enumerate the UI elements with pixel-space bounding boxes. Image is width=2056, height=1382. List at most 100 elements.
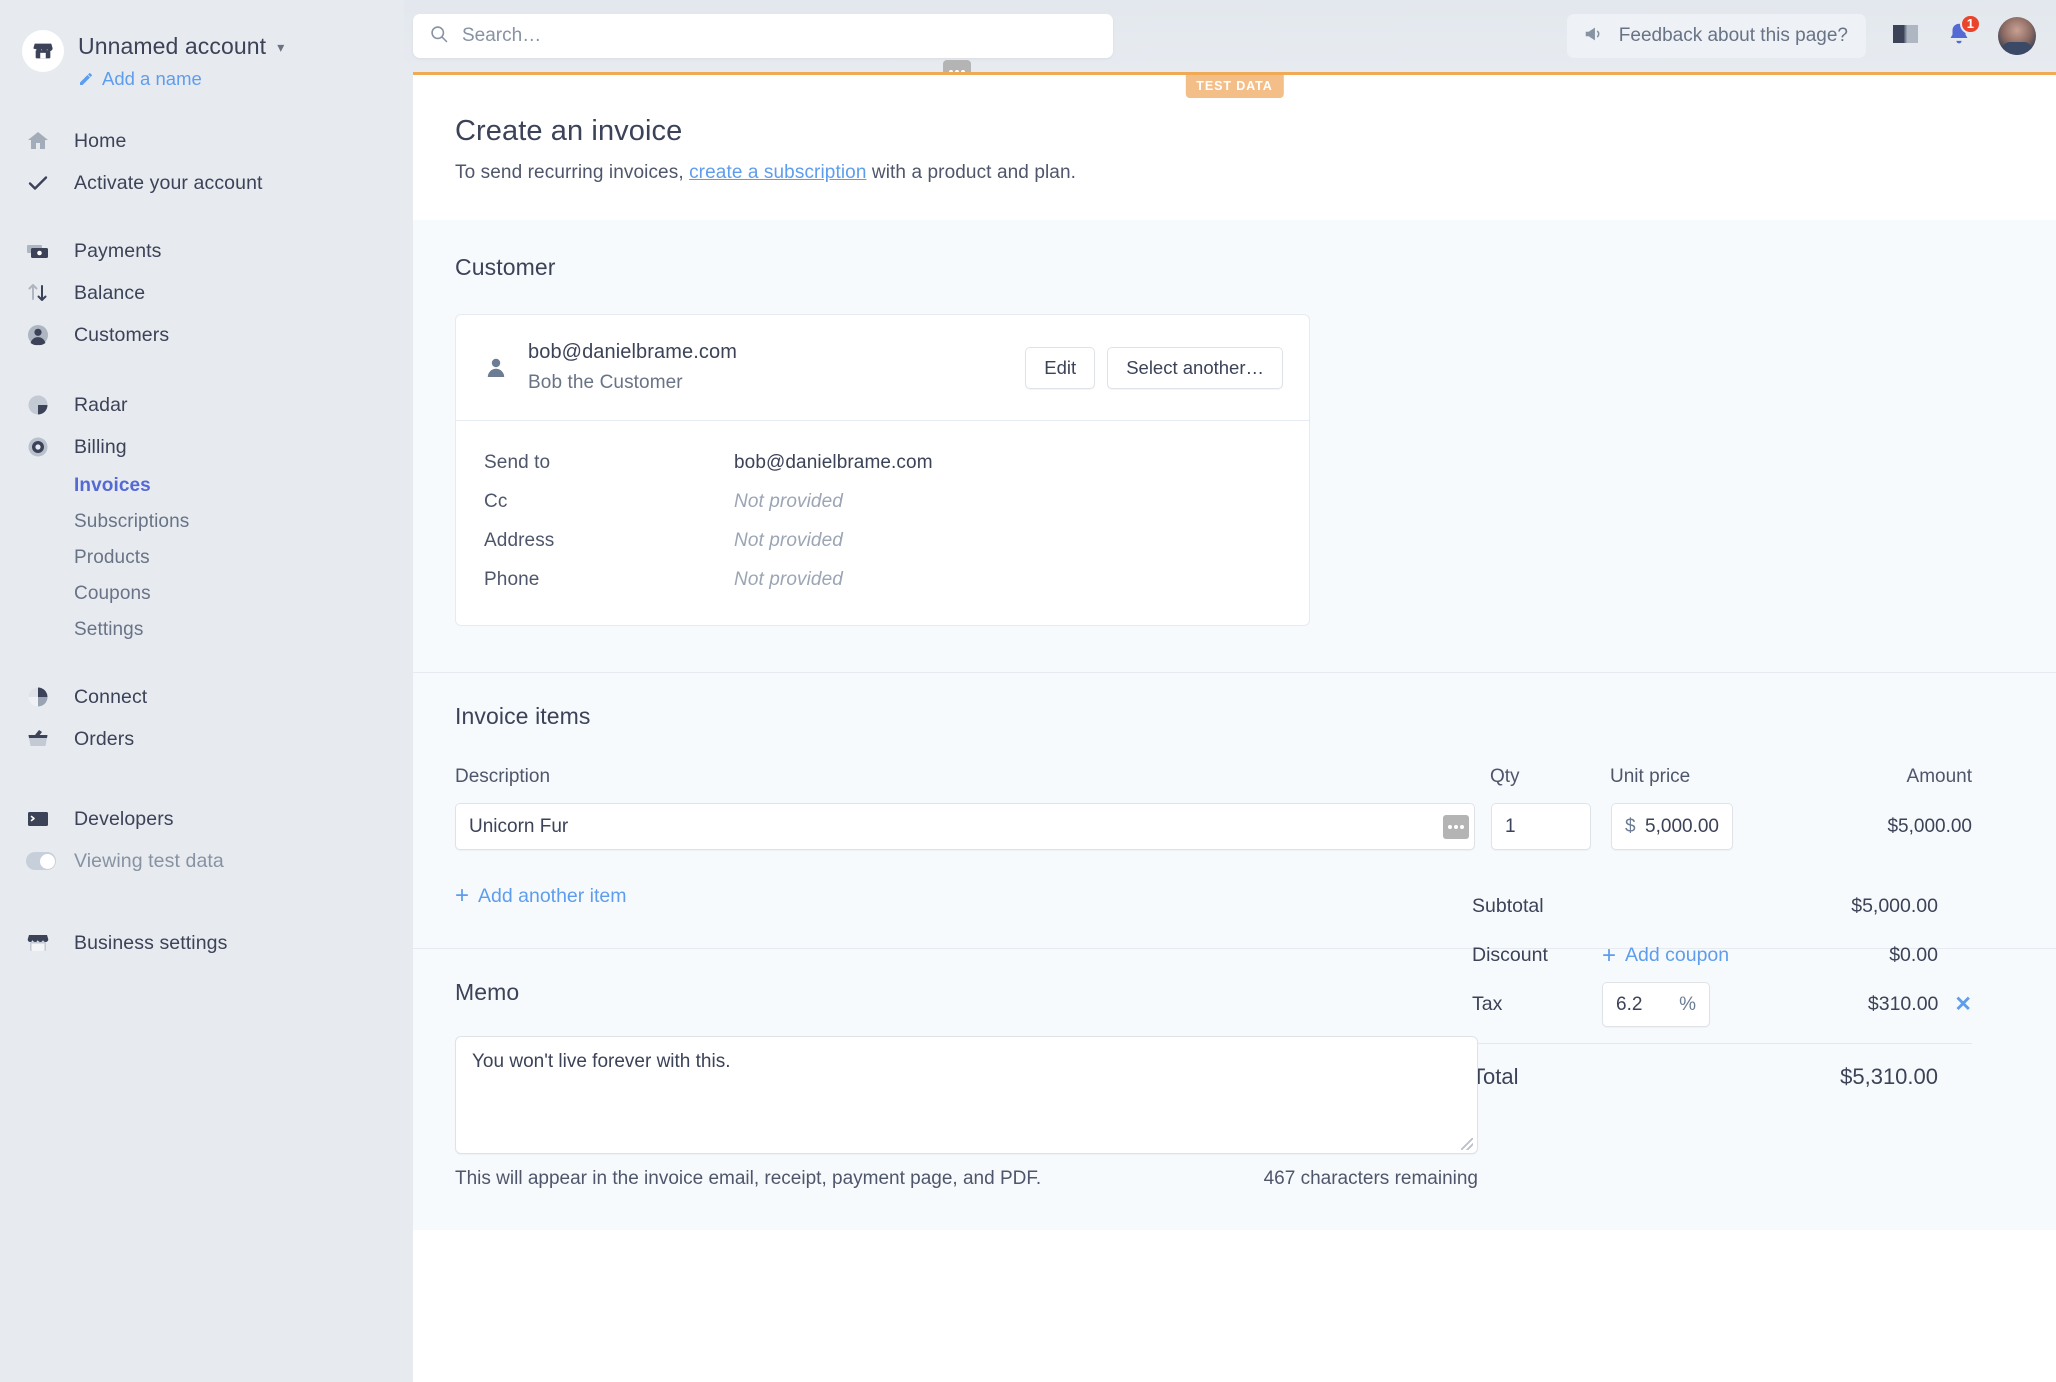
sidebar-item-viewing-test-data[interactable]: Viewing test data — [0, 840, 404, 882]
search-placeholder: Search… — [462, 25, 542, 46]
sidebar-item-billing[interactable]: Billing — [0, 426, 404, 468]
sidebar-item-customers-label: Customers — [74, 323, 170, 346]
customer-email: bob@danielbrame.com — [528, 341, 737, 363]
sidebar-item-business-settings[interactable]: Business settings — [0, 922, 404, 964]
discount-value: $0.00 — [1889, 944, 1938, 966]
subtotal-row: Subtotal $5,000.00 — [1472, 882, 1972, 931]
discount-label: Discount — [1472, 944, 1548, 966]
invoice-items-header: Description Qty Unit price Amount — [455, 766, 2014, 788]
sidebar-item-products[interactable]: Products — [0, 540, 404, 576]
radar-icon — [26, 393, 56, 417]
search-input[interactable]: Search… — [413, 14, 1113, 58]
sidebar-item-connect[interactable]: Connect — [0, 676, 404, 718]
sidebar-item-developers-label: Developers — [74, 807, 174, 830]
sidebar-item-orders[interactable]: Orders — [0, 718, 404, 760]
notifications-button[interactable]: 1 — [1946, 13, 1981, 52]
add-coupon-button[interactable]: + Add coupon — [1602, 943, 1889, 968]
nav-group-primary: Home Activate your account — [0, 120, 404, 204]
customer-summary: bob@danielbrame.com Bob the Customer Edi… — [456, 315, 1309, 421]
tax-label: Tax — [1472, 993, 1503, 1015]
sidebar-item-developers[interactable]: Developers — [0, 798, 404, 840]
megaphone-icon — [1583, 23, 1605, 50]
memo-textarea[interactable]: You won't live forever with this. — [455, 1036, 1478, 1154]
chevron-down-icon[interactable]: ▾ — [277, 40, 284, 54]
account-switcher[interactable]: Unnamed account ▾ Add a name — [0, 22, 404, 90]
select-another-customer-button[interactable]: Select another… — [1107, 346, 1283, 389]
item-unit-price-value: 5,000.00 — [1645, 815, 1719, 837]
item-unit-price-input[interactable]: $ 5,000.00 — [1611, 803, 1733, 850]
send-to-label: Send to — [484, 451, 551, 473]
total-value: $5,310.00 — [1840, 1063, 1938, 1089]
remove-tax-button[interactable]: ✕ — [1954, 992, 1972, 1017]
customer-actions: Edit Select another… — [1025, 346, 1283, 389]
sidebar-item-billing-label: Billing — [74, 435, 127, 458]
sidebar-item-radar[interactable]: Radar — [0, 384, 404, 426]
cc-value: Not provided — [734, 490, 843, 512]
notification-count-badge: 1 — [1959, 13, 1981, 34]
create-subscription-link[interactable]: create a subscription — [689, 162, 866, 183]
sidebar-item-payments-label: Payments — [74, 239, 162, 262]
search-wrapper: Search… — [413, 14, 1113, 84]
sidebar-item-invoices[interactable]: Invoices — [0, 468, 404, 504]
sidebar-item-viewing-test-data-label: Viewing test data — [74, 849, 224, 872]
sidebar-item-coupons[interactable]: Coupons — [0, 576, 404, 612]
customer-details: Send to bob@danielbrame.com Cc Not provi… — [456, 421, 1309, 625]
main-area: Search… Feedback about this page? 1 TEST… — [404, 0, 2056, 1382]
balance-icon — [26, 281, 56, 305]
check-icon — [26, 171, 56, 195]
add-a-name-label: Add a name — [102, 68, 202, 89]
sidebar-item-invoices-label: Invoices — [74, 475, 151, 496]
search-icon — [429, 24, 449, 49]
total-row: Total $5,310.00 — [1472, 1052, 1972, 1101]
toggle-icon[interactable] — [26, 852, 56, 870]
send-to-value: bob@danielbrame.com — [734, 451, 933, 473]
top-bar-right: Feedback about this page? 1 — [1566, 13, 2056, 58]
customer-detail-row: Send to bob@danielbrame.com — [484, 443, 1281, 482]
sidebar-item-business-settings-label: Business settings — [74, 931, 228, 954]
sidebar-item-connect-label: Connect — [74, 685, 148, 708]
add-a-name-link[interactable]: Add a name — [78, 68, 284, 90]
invoice-items-grid: Description Qty Unit price Amount Unicor… — [455, 766, 2014, 1089]
sidebar-item-subscriptions-label: Subscriptions — [74, 511, 190, 532]
currency-symbol: $ — [1625, 815, 1636, 837]
nav-group-developers: Developers Viewing test data — [0, 798, 404, 882]
avatar[interactable] — [1998, 17, 2036, 55]
add-another-item-label: Add another item — [478, 884, 627, 907]
percent-symbol: % — [1679, 993, 1696, 1015]
page-title: Create an invoice — [455, 115, 683, 147]
test-data-badge: TEST DATA — [1185, 75, 1284, 98]
plus-icon: + — [455, 882, 470, 909]
item-description-input[interactable]: Unicorn Fur — [455, 803, 1475, 850]
sidebar-item-activate-your-account[interactable]: Activate your account — [0, 162, 404, 204]
nav-group-products: Radar Billing Invoices Subscriptions Pro… — [0, 384, 404, 648]
sidebar-item-payments[interactable]: Payments — [0, 230, 404, 272]
invoice-items-title: Invoice items — [455, 703, 591, 729]
customer-section-title: Customer — [455, 254, 556, 280]
feedback-button[interactable]: Feedback about this page? — [1566, 14, 1866, 58]
edit-customer-button[interactable]: Edit — [1025, 346, 1096, 389]
store-icon — [33, 43, 53, 59]
resize-handle[interactable] — [1461, 1138, 1473, 1150]
tax-rate-input[interactable]: 6.2 % — [1602, 982, 1710, 1027]
sidebar-item-subscriptions[interactable]: Subscriptions — [0, 504, 404, 540]
sections: Customer bob@danielbrame.com Bob the Cus… — [413, 220, 2056, 1230]
home-icon — [26, 129, 56, 153]
sidebar-item-settings-label: Settings — [74, 619, 144, 640]
sidebar-item-home[interactable]: Home — [0, 120, 404, 162]
discount-row: Discount + Add coupon $0.00 — [1472, 931, 1972, 980]
subtotal-value: $5,000.00 — [1851, 895, 1938, 917]
pencil-icon — [78, 71, 94, 87]
tax-value: $310.00 — [1867, 993, 1939, 1015]
ellipsis-badge-icon[interactable] — [1443, 814, 1469, 839]
connect-icon — [26, 685, 56, 709]
sidebar-item-products-label: Products — [74, 547, 150, 568]
sidebar-item-settings[interactable]: Settings — [0, 612, 404, 648]
account-logo — [22, 30, 64, 72]
sidebar-item-customers[interactable]: Customers — [0, 314, 404, 356]
item-qty-input[interactable]: 1 — [1491, 803, 1591, 850]
sidebar-item-balance[interactable]: Balance — [0, 272, 404, 314]
page-subtitle: To send recurring invoices, create a sub… — [455, 162, 2056, 184]
docs-button[interactable] — [1892, 22, 1920, 51]
item-amount-value: $5,000.00 — [1887, 815, 1972, 837]
column-unit-price: Unit price — [1610, 766, 1691, 787]
